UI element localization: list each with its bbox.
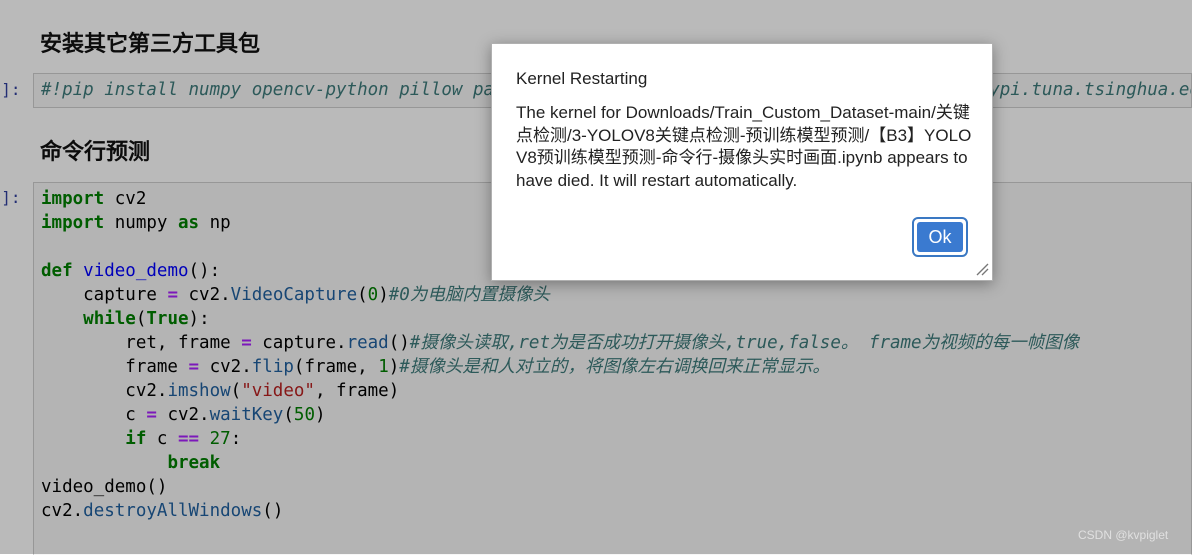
resize-grip-icon[interactable] xyxy=(975,262,989,276)
dialog-message: The kernel for Downloads/Train_Custom_Da… xyxy=(516,103,972,190)
ok-button[interactable]: Ok xyxy=(912,217,968,257)
ok-button-label: Ok xyxy=(917,222,963,252)
watermark: CSDN @kvpiglet xyxy=(1078,528,1169,542)
dialog-title: Kernel Restarting xyxy=(516,69,648,88)
